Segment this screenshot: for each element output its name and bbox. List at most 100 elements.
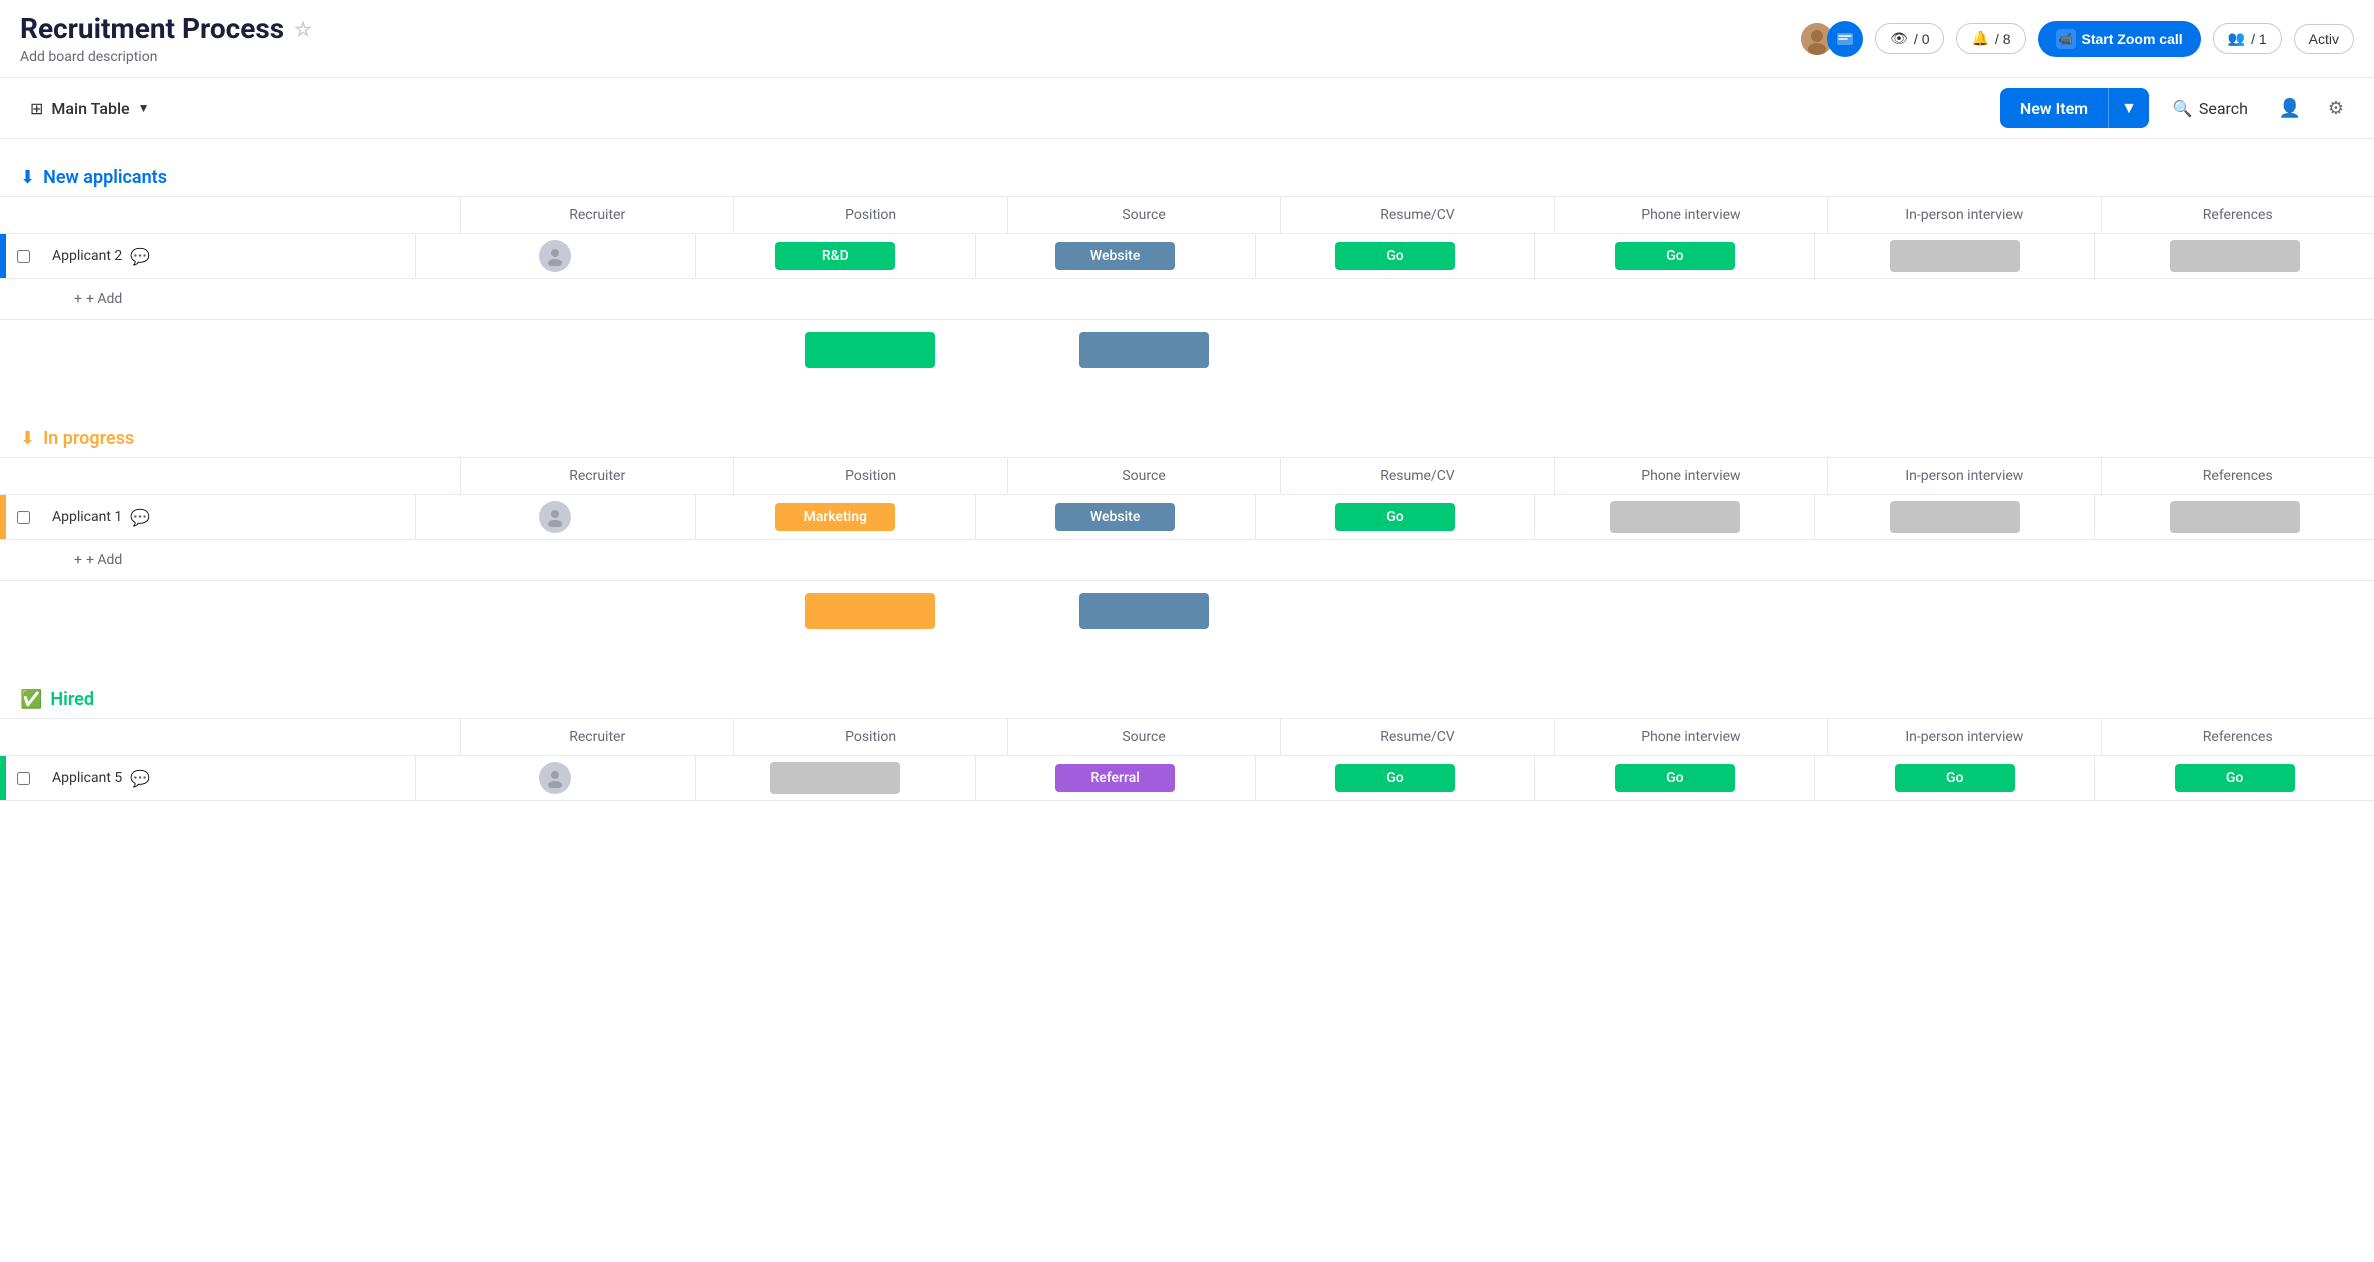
summary-position-pill xyxy=(805,593,935,629)
summary-recruiter xyxy=(460,346,733,354)
resume-cell[interactable]: Go xyxy=(1255,756,1535,800)
recruiter-cell[interactable] xyxy=(415,495,695,539)
new-item-arrow-icon[interactable]: ▼ xyxy=(2108,88,2149,128)
col-references-header: References xyxy=(2101,197,2374,233)
source-cell[interactable]: Referral xyxy=(975,756,1255,800)
phone-cell[interactable]: Go xyxy=(1534,234,1814,278)
col-resume-header: Resume/CV xyxy=(1280,197,1553,233)
group-name-new-applicants[interactable]: New applicants xyxy=(43,167,167,188)
col-name-header xyxy=(40,466,460,486)
comment-icon[interactable]: 💬 xyxy=(130,247,150,266)
row-checkbox[interactable] xyxy=(6,511,40,524)
source-cell[interactable]: Website xyxy=(975,234,1255,278)
add-item-button[interactable]: + + Add xyxy=(66,287,130,311)
position-cell[interactable]: Marketing xyxy=(695,495,975,539)
people-count: / 1 xyxy=(2251,31,2267,47)
group-toggle-new-applicants[interactable]: ⬇ xyxy=(20,167,35,188)
activity-count: / 0 xyxy=(1914,31,1930,47)
col-source-header: Source xyxy=(1007,197,1280,233)
checkbox-input[interactable] xyxy=(17,772,30,785)
comment-icon[interactable]: 💬 xyxy=(130,769,150,788)
search-icon: 🔍 xyxy=(2173,99,2193,118)
new-item-button[interactable]: New Item ▼ xyxy=(2000,88,2149,128)
col-recruiter-header: Recruiter xyxy=(460,719,733,755)
group-name-in-progress[interactable]: In progress xyxy=(43,428,134,449)
position-cell[interactable]: R&D xyxy=(695,234,975,278)
star-icon[interactable]: ☆ xyxy=(294,17,312,41)
inperson-empty xyxy=(1890,501,2020,533)
col-resume-header: Resume/CV xyxy=(1280,719,1553,755)
references-cell[interactable] xyxy=(2094,495,2374,539)
eye-icon: 👁 xyxy=(1890,30,1908,47)
main-table-button[interactable]: ⊞ Main Table ▼ xyxy=(20,93,159,124)
col-headers-new-applicants: Recruiter Position Source Resume/CV Phon… xyxy=(0,196,2374,234)
search-button[interactable]: 🔍 Search xyxy=(2159,91,2262,126)
position-pill: Marketing xyxy=(775,503,895,531)
resume-pill: Go xyxy=(1335,242,1455,270)
updates-button[interactable]: 🔔 / 8 xyxy=(1956,23,2025,54)
applicant-name[interactable]: Applicant 5 xyxy=(52,770,122,786)
inperson-cell[interactable] xyxy=(1814,495,2094,539)
user-profile-icon[interactable]: 👤 xyxy=(2272,90,2308,126)
inperson-cell[interactable]: Go xyxy=(1814,756,2094,800)
add-row-in-progress: + + Add xyxy=(0,540,2374,581)
group-toggle-in-progress[interactable]: ⬇ xyxy=(20,428,35,449)
updates-count: / 8 xyxy=(1995,31,2011,47)
zoom-button[interactable]: 📹 Start Zoom call xyxy=(2038,21,2201,57)
summary-inperson xyxy=(1827,346,2100,354)
phone-empty xyxy=(1610,501,1740,533)
col-inperson-header: In-person interview xyxy=(1827,197,2100,233)
header-actions: 👁 / 0 🔔 / 8 📹 Start Zoom call 👥 / 1 Acti… xyxy=(1799,21,2354,57)
row-checkbox[interactable] xyxy=(6,772,40,785)
board-description[interactable]: Add board description xyxy=(20,49,312,65)
add-label: + Add xyxy=(86,552,122,568)
phone-cell[interactable]: Go xyxy=(1534,756,1814,800)
people-button[interactable]: 👥 / 1 xyxy=(2213,23,2282,54)
settings-icon[interactable]: ⚙ xyxy=(2318,90,2354,126)
inperson-cell[interactable] xyxy=(1814,234,2094,278)
checkbox-input[interactable] xyxy=(17,250,30,263)
group-in-progress: ⬇ In progress Recruiter Position Source … xyxy=(0,420,2374,641)
recruiter-avatar xyxy=(539,762,571,794)
col-recruiter-header: Recruiter xyxy=(460,197,733,233)
activity-button[interactable]: 👁 / 0 xyxy=(1875,23,1944,54)
applicant-name[interactable]: Applicant 1 xyxy=(52,509,122,525)
col-recruiter-header: Recruiter xyxy=(460,458,733,494)
col-resume-header: Resume/CV xyxy=(1280,458,1553,494)
position-cell[interactable] xyxy=(695,756,975,800)
phone-cell[interactable] xyxy=(1534,495,1814,539)
chevron-down-icon: ▼ xyxy=(138,101,150,115)
summary-row-new-applicants xyxy=(0,320,2374,380)
board-title-text: Recruitment Process xyxy=(20,12,284,45)
source-cell[interactable]: Website xyxy=(975,495,1255,539)
references-cell[interactable]: Go xyxy=(2094,756,2374,800)
summary-references xyxy=(2101,607,2374,615)
col-phone-header: Phone interview xyxy=(1554,458,1827,494)
references-cell[interactable] xyxy=(2094,234,2374,278)
applicant-name[interactable]: Applicant 2 xyxy=(52,248,122,264)
recruiter-cell[interactable] xyxy=(415,234,695,278)
summary-source xyxy=(1007,589,1280,633)
col-source-header: Source xyxy=(1007,458,1280,494)
group-header-in-progress: ⬇ In progress xyxy=(0,420,2374,457)
recruiter-cell[interactable] xyxy=(415,756,695,800)
summary-references xyxy=(2101,346,2374,354)
updates-icon: 🔔 xyxy=(1971,30,1988,47)
summary-resume xyxy=(1280,607,1553,615)
group-name-hired[interactable]: Hired xyxy=(50,689,94,710)
group-toggle-hired[interactable]: ✅ xyxy=(20,689,42,710)
resume-cell[interactable]: Go xyxy=(1255,495,1535,539)
col-position-header: Position xyxy=(733,458,1006,494)
col-headers-in-progress: Recruiter Position Source Resume/CV Phon… xyxy=(0,457,2374,495)
summary-resume xyxy=(1280,346,1553,354)
comment-icon[interactable]: 💬 xyxy=(130,508,150,527)
inperson-empty xyxy=(1890,240,2020,272)
search-label: Search xyxy=(2199,99,2248,118)
checkbox-input[interactable] xyxy=(17,511,30,524)
row-checkbox[interactable] xyxy=(6,250,40,263)
active-button[interactable]: Activ xyxy=(2294,24,2354,54)
resume-cell[interactable]: Go xyxy=(1255,234,1535,278)
add-item-button[interactable]: + + Add xyxy=(66,548,130,572)
resume-pill: Go xyxy=(1335,503,1455,531)
references-empty xyxy=(2170,501,2300,533)
